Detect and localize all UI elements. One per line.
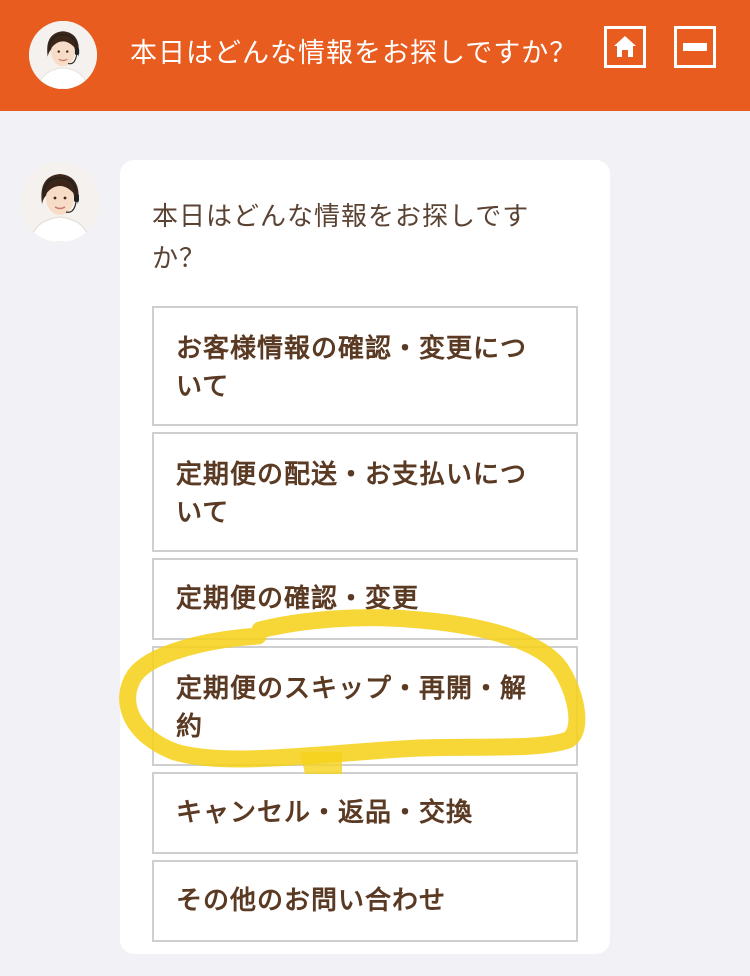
option-customer-info[interactable]: お客様情報の確認・変更について — [152, 306, 578, 426]
option-label: 定期便の確認・変更 — [176, 584, 420, 614]
option-label: 定期便のスキップ・再開・解約 — [176, 674, 528, 742]
option-label: お客様情報の確認・変更について — [176, 334, 528, 402]
home-button[interactable] — [604, 26, 646, 68]
minimize-button[interactable] — [674, 26, 716, 68]
option-label: 定期便の配送・お支払いについて — [176, 460, 528, 528]
header-title: 本日はどんな情報をお探しですか？ — [130, 38, 578, 69]
option-cancel-return-exchange[interactable]: キャンセル・返品・交換 — [152, 772, 578, 854]
option-skip-resume-cancel[interactable]: 定期便のスキップ・再開・解約 — [152, 646, 578, 766]
option-label: キャンセル・返品・交換 — [176, 798, 474, 828]
chat-header: 本日はどんな情報をお探しですか？ — [0, 0, 750, 111]
option-delivery-payment[interactable]: 定期便の配送・お支払いについて — [152, 432, 578, 552]
option-other-inquiries[interactable]: その他のお問い合わせ — [152, 860, 578, 942]
home-icon — [614, 36, 636, 57]
option-label: その他のお問い合わせ — [176, 886, 447, 916]
operator-avatar — [29, 21, 97, 89]
operator-avatar-chat — [20, 162, 100, 242]
chat-prompt: 本日はどんな情報をお探しですか？ — [152, 202, 530, 274]
chat-bubble: 本日はどんな情報をお探しですか？ お客様情報の確認・変更について 定期便の配送・… — [120, 160, 610, 954]
option-subscription-change[interactable]: 定期便の確認・変更 — [152, 558, 578, 640]
minimize-icon — [683, 43, 707, 51]
